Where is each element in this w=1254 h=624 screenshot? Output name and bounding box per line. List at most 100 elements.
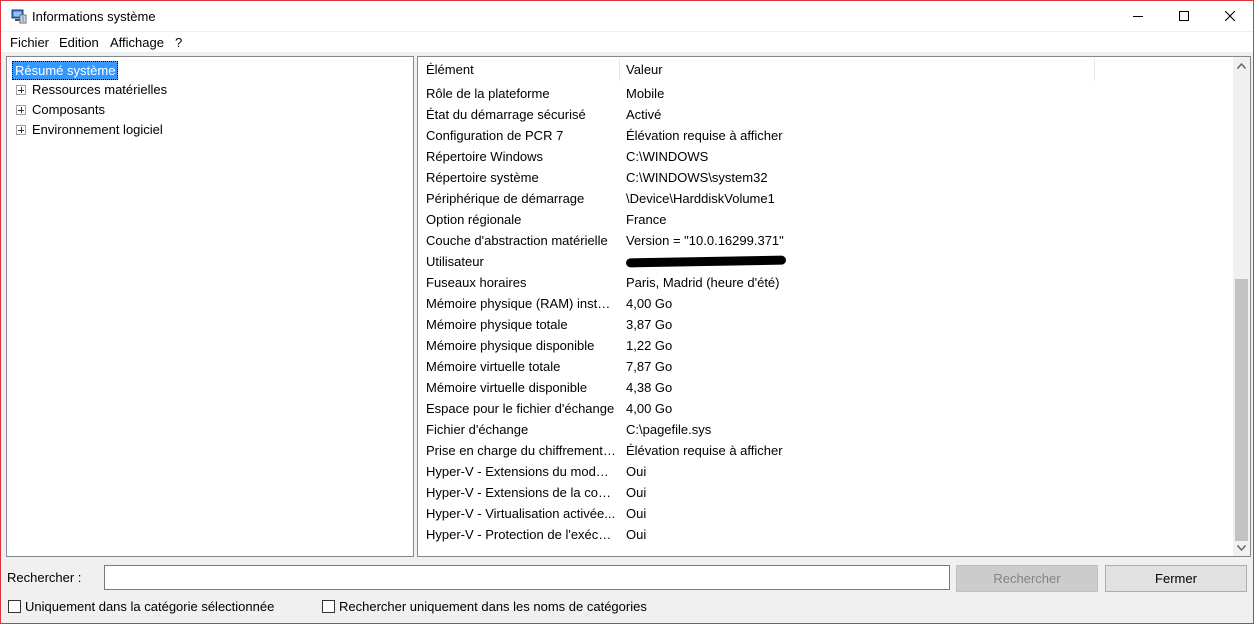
table-row[interactable]: Utilisateur: [418, 251, 1230, 272]
cell-element: Fuseaux horaires: [426, 275, 527, 290]
checkbox-label: Uniquement dans la catégorie sélectionné…: [25, 598, 275, 614]
cell-element: Mémoire virtuelle disponible: [426, 380, 588, 395]
cell-value: C:\WINDOWS: [626, 149, 709, 164]
tree-item-resume-systeme[interactable]: Résumé système: [12, 61, 119, 80]
system-info-window: Informations système Fichier Edition Aff…: [0, 0, 1254, 624]
cell-value: 4,38 Go: [626, 380, 673, 395]
cell-element: Fichier d'échange: [426, 422, 529, 437]
table-row[interactable]: Mémoire physique disponible 1,22 Go: [418, 335, 1230, 356]
table-row[interactable]: Mémoire physique totale 3,87 Go: [418, 314, 1230, 335]
maximize-button[interactable]: [1161, 1, 1207, 31]
cell-value: 7,87 Go: [626, 359, 673, 374]
minimize-button[interactable]: [1115, 1, 1161, 31]
cell-element: Mémoire physique disponible: [426, 338, 595, 353]
cell-value: C:\pagefile.sys: [626, 422, 712, 437]
expand-plus-icon[interactable]: [16, 105, 26, 115]
menu-fichier[interactable]: Fichier: [10, 35, 49, 50]
table-row[interactable]: Répertoire système C:\WINDOWS\system32: [418, 167, 1230, 188]
column-separator[interactable]: [1094, 59, 1095, 81]
cell-element: Mémoire physique totale: [426, 317, 568, 332]
cell-value: 3,87 Go: [626, 317, 673, 332]
cell-element: Répertoire système: [426, 170, 539, 185]
search-label: Rechercher :: [7, 570, 82, 585]
table-row[interactable]: Prise en charge du chiffrement ... Élévat…: [418, 440, 1230, 461]
cell-value: Oui: [626, 527, 647, 542]
expand-plus-icon[interactable]: [16, 125, 26, 135]
chevron-down-icon: [1237, 544, 1246, 551]
checkbox-selected-category[interactable]: Uniquement dans la catégorie sélectionné…: [8, 598, 274, 614]
table-row[interactable]: Configuration de PCR 7 Élévation requise …: [418, 125, 1230, 146]
search-button[interactable]: Rechercher: [956, 565, 1098, 592]
table-row[interactable]: Hyper-V - Extensions de la con... Oui: [418, 482, 1230, 503]
table-row[interactable]: Hyper-V - Virtualisation activée... Oui: [418, 503, 1230, 524]
minimize-icon: [1133, 16, 1143, 17]
cell-element: Périphérique de démarrage: [426, 191, 585, 206]
table-row[interactable]: Hyper-V - Protection de l'exécu... Oui: [418, 524, 1230, 545]
menu-edition[interactable]: Edition: [59, 35, 99, 50]
cell-element: Mémoire virtuelle totale: [426, 359, 561, 374]
maximize-icon: [1179, 11, 1189, 21]
close-button[interactable]: Fermer: [1105, 565, 1247, 592]
table-row[interactable]: État du démarrage sécurisé Activé: [418, 104, 1230, 125]
table-row[interactable]: Fichier d'échange C:\pagefile.sys: [418, 419, 1230, 440]
cell-element: État du démarrage sécurisé: [426, 107, 586, 122]
title-bar: Informations système: [1, 1, 1253, 31]
scroll-thumb[interactable]: [1235, 279, 1248, 541]
details-list[interactable]: Élément Valeur Rôle de la plateforme Mobi…: [417, 56, 1251, 557]
table-row[interactable]: Périphérique de démarrage \Device\Harddis…: [418, 188, 1230, 209]
close-window-button[interactable]: [1207, 1, 1253, 31]
table-row[interactable]: Fuseaux horaires Paris, Madrid (heure d'é…: [418, 272, 1230, 293]
redaction-scribble: [626, 255, 787, 268]
checkbox-box[interactable]: [8, 599, 21, 613]
menu-help[interactable]: ?: [175, 35, 182, 50]
tree-item-label: Environnement logiciel: [32, 122, 163, 137]
category-tree[interactable]: Résumé système Ressources matérielles Co…: [6, 56, 414, 557]
cell-value: Version = "10.0.16299.371": [626, 233, 784, 248]
cell-value: Élévation requise à afficher: [626, 128, 783, 143]
cell-element: Configuration de PCR 7: [426, 128, 564, 143]
table-row[interactable]: Mémoire physique (RAM) instal... 4,00 Go: [418, 293, 1230, 314]
cell-element: Hyper-V - Extensions de la con...: [426, 485, 616, 500]
table-row[interactable]: Mémoire virtuelle disponible 4,38 Go: [418, 377, 1230, 398]
cell-element: Prise en charge du chiffrement ...: [426, 443, 616, 458]
table-row[interactable]: Couche d'abstraction matérielle Version =…: [418, 230, 1230, 251]
cell-element: Hyper-V - Protection de l'exécu...: [426, 527, 616, 542]
cell-element: Répertoire Windows: [426, 149, 544, 164]
vertical-scrollbar[interactable]: [1233, 57, 1250, 556]
expand-plus-icon[interactable]: [16, 85, 26, 95]
scroll-down-button[interactable]: [1233, 539, 1250, 556]
table-row[interactable]: Répertoire Windows C:\WINDOWS: [418, 146, 1230, 167]
system-info-app-icon: [11, 8, 27, 24]
checkbox-label: Rechercher uniquement dans les noms de c…: [339, 598, 647, 614]
table-row[interactable]: Hyper-V - Extensions du mode ... Oui: [418, 461, 1230, 482]
cell-value: Activé: [626, 107, 662, 122]
menu-affichage[interactable]: Affichage: [110, 35, 164, 50]
table-row[interactable]: Option régionale France: [418, 209, 1230, 230]
chevron-up-icon: [1237, 62, 1246, 69]
cell-value: 4,00 Go: [626, 296, 673, 311]
search-input[interactable]: [104, 565, 950, 590]
checkbox-box[interactable]: [322, 599, 335, 613]
table-row[interactable]: Rôle de la plateforme Mobile: [418, 83, 1230, 104]
cell-value: 1,22 Go: [626, 338, 673, 353]
column-header-element[interactable]: Élément: [418, 57, 618, 83]
tree-item-label: Ressources matérielles: [32, 82, 168, 97]
cell-element: Hyper-V - Virtualisation activée...: [426, 506, 616, 521]
column-header-valeur[interactable]: Valeur: [618, 57, 1094, 83]
checkbox-category-names[interactable]: Rechercher uniquement dans les noms de c…: [322, 598, 647, 614]
cell-value: Élévation requise à afficher: [626, 443, 783, 458]
cell-value: Oui: [626, 464, 647, 479]
cell-value: France: [626, 212, 667, 227]
cell-value: Oui: [626, 485, 647, 500]
menu-bar: Fichier Edition Affichage ?: [1, 32, 1253, 52]
cell-value: Mobile: [626, 86, 665, 101]
cell-element: Hyper-V - Extensions du mode ...: [426, 464, 616, 479]
table-row[interactable]: Espace pour le fichier d'échange 4,00 Go: [418, 398, 1230, 419]
list-rows: Rôle de la plateforme Mobile État du démar…: [418, 83, 1230, 545]
scroll-up-button[interactable]: [1233, 57, 1250, 74]
cell-value: [626, 251, 1216, 272]
table-row[interactable]: Mémoire virtuelle totale 7,87 Go: [418, 356, 1230, 377]
window-title: Informations système: [32, 9, 156, 24]
cell-value: 4,00 Go: [626, 401, 673, 416]
close-icon: [1225, 11, 1235, 21]
